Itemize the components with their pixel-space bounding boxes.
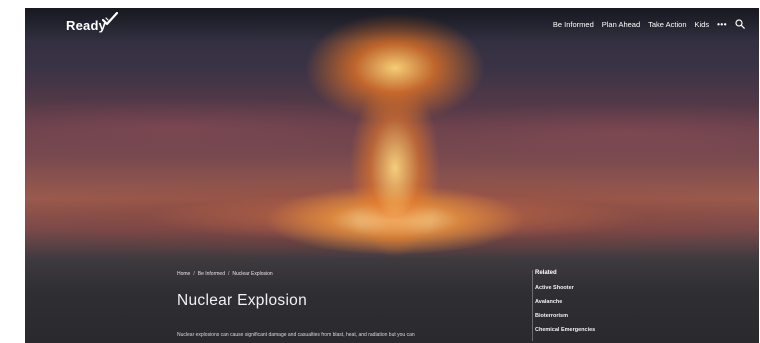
more-icon[interactable]: ••• [717,20,727,29]
hero-background: Ready Be Informed Plan Ahead Take Action… [25,8,759,343]
related-item-bioterrorism[interactable]: Bioterrorism [535,313,645,319]
breadcrumb-separator: / [227,271,230,277]
nav-kids[interactable]: Kids [695,20,710,29]
logo-text: Ready [66,18,107,33]
checkmark-icon [102,12,119,26]
site-header: Ready Be Informed Plan Ahead Take Action… [25,8,759,42]
search-icon[interactable] [735,19,745,29]
breadcrumb-be-informed[interactable]: Be Informed [198,271,225,277]
nav-be-informed[interactable]: Be Informed [553,20,594,29]
intro-paragraph: Nuclear explosions can cause significant… [177,332,415,338]
breadcrumb-home[interactable]: Home [177,271,190,277]
page-title: Nuclear Explosion [177,292,308,309]
related-sidebar: Related Active Shooter Avalanche Bioterr… [532,270,645,341]
nav-plan-ahead[interactable]: Plan Ahead [602,20,640,29]
breadcrumb-separator: / [193,271,195,277]
related-item-avalanche[interactable]: Avalanche [535,299,645,305]
related-list: Active Shooter Avalanche Bioterrorism Ch… [535,285,645,333]
main-nav: Be Informed Plan Ahead Take Action Kids … [553,19,745,29]
related-item-active-shooter[interactable]: Active Shooter [535,285,645,291]
breadcrumb-current: Nuclear Explosion [232,271,273,277]
related-heading: Related [535,270,557,276]
breadcrumb: Home / Be Informed / Nuclear Explosion [177,271,273,277]
related-item-chemical-emergencies[interactable]: Chemical Emergencies [535,327,645,333]
nav-take-action[interactable]: Take Action [648,20,686,29]
ready-logo[interactable]: Ready [66,12,122,33]
